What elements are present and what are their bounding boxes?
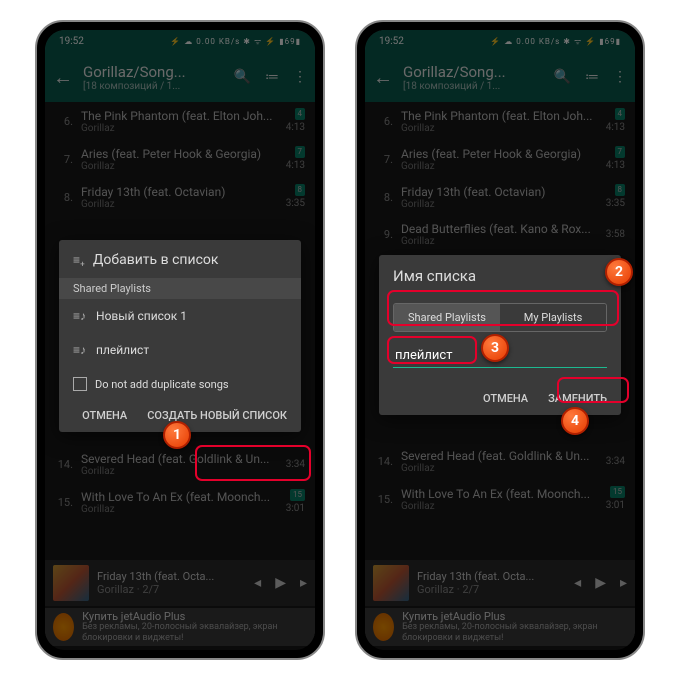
- playlist-type-tabs: Shared Playlists My Playlists: [393, 303, 607, 332]
- playlist-icon: ≡♪: [73, 309, 86, 323]
- annotation-badge-1: 1: [163, 421, 191, 449]
- cancel-button[interactable]: ОТМЕНА: [82, 409, 127, 422]
- tab-shared-playlists[interactable]: Shared Playlists: [394, 304, 500, 331]
- section-header: Shared Playlists: [59, 278, 301, 299]
- playlist-icon: ≡♪: [73, 343, 86, 357]
- annotation-badge-2: 2: [605, 258, 633, 286]
- playlist-item[interactable]: ≡♪плейлист: [59, 333, 301, 367]
- add-to-playlist-dialog: ≡₊ Добавить в список Shared Playlists ≡♪Н…: [59, 240, 301, 432]
- screen: 19:52 ⚡ ☁ 0.00 KB/s ✱ ᯤ ⚡ ▮69▮ ← Gorilla…: [45, 30, 315, 650]
- tab-my-playlists[interactable]: My Playlists: [500, 304, 606, 331]
- phone-left: 19:52 ⚡ ☁ 0.00 KB/s ✱ ᯤ ⚡ ▮69▮ ← Gorilla…: [35, 20, 325, 660]
- checkbox-icon[interactable]: [73, 377, 87, 391]
- annotation-badge-3: 3: [481, 334, 509, 362]
- playlist-item[interactable]: ≡♪Новый список 1: [59, 299, 301, 333]
- phone-right: 19:52 ⚡ ☁ 0.00 KB/s ✱ ᯤ ⚡ ▮69▮ ← Gorilla…: [355, 20, 645, 660]
- checkbox-row[interactable]: Do not add duplicate songs: [59, 367, 301, 401]
- create-new-list-button[interactable]: СОЗДАТЬ НОВЫЙ СПИСОК: [147, 409, 287, 422]
- annotation-badge-4: 4: [561, 407, 589, 435]
- dialog-title: Имя списка: [393, 267, 476, 285]
- screen: 19:52 ⚡ ☁ 0.00 KB/s ✱ ᯤ ⚡ ▮69▮ ← Gorilla…: [365, 30, 635, 650]
- replace-button[interactable]: ЗАМЕНИТЬ: [548, 392, 607, 405]
- dialog-title: Добавить в список: [93, 252, 219, 268]
- playlist-add-icon: ≡₊: [73, 253, 85, 267]
- cancel-button[interactable]: ОТМЕНА: [483, 392, 528, 405]
